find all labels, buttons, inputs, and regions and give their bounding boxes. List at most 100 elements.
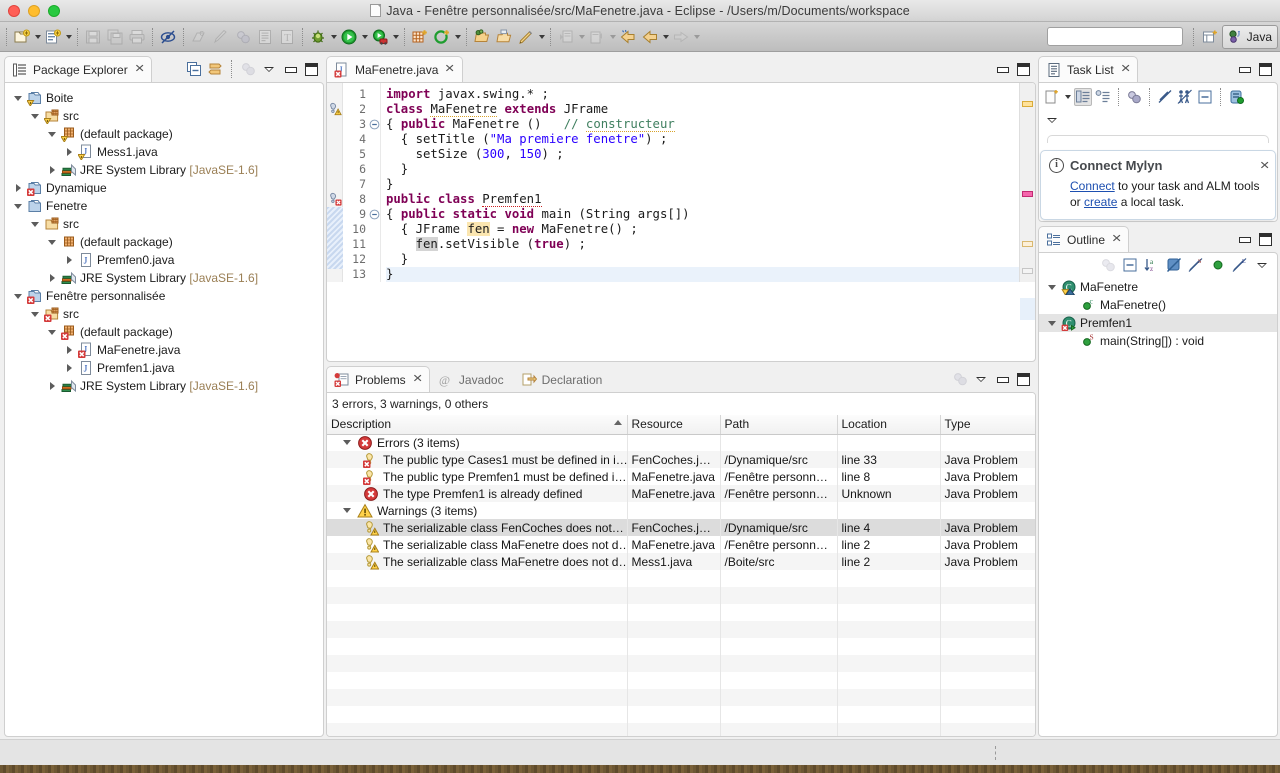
forward-dropdown[interactable] [692, 26, 701, 48]
link-with-editor-button[interactable] [206, 60, 224, 78]
debug-button[interactable] [307, 26, 329, 48]
window-controls[interactable] [0, 4, 60, 17]
collapse-triangle-icon[interactable] [1047, 282, 1058, 293]
column-header-type[interactable]: Type [940, 415, 1035, 435]
overview-ruler[interactable] [1019, 83, 1035, 320]
create-link[interactable]: create [1084, 195, 1117, 209]
overview-occurrence-marker[interactable] [1022, 241, 1033, 247]
collapse-triangle-icon[interactable] [30, 309, 41, 320]
table-row[interactable]: Warnings (3 items) [327, 502, 1035, 519]
focus-on-active-task-button[interactable] [1099, 256, 1117, 274]
outline-item[interactable]: Smain(String[]) : void [1039, 332, 1277, 350]
tab-declaration[interactable]: Declaration [513, 366, 612, 392]
collapse-triangle-icon[interactable] [342, 437, 353, 448]
source-text[interactable]: import javax.swing.* ; class MaFenetre e… [381, 83, 1019, 282]
collapse-triangle-icon[interactable] [30, 219, 41, 230]
table-row[interactable]: The public type Cases1 must be defined i… [327, 451, 1035, 468]
collapse-triangle-icon[interactable] [47, 129, 58, 140]
run-button[interactable] [338, 26, 360, 48]
view-menu-button[interactable] [260, 60, 278, 78]
tree-item[interactable]: JRE System Library [JavaSE-1.6] [5, 377, 323, 395]
expand-triangle-icon[interactable] [47, 165, 58, 176]
debug-dropdown[interactable] [329, 26, 338, 48]
synchronize-changed-button[interactable] [1227, 88, 1245, 106]
new-wizard-dropdown[interactable] [33, 26, 42, 48]
sort-button[interactable]: az [1143, 256, 1161, 274]
minimize-window-button[interactable] [28, 4, 40, 17]
next-annotation-dropdown[interactable] [577, 26, 586, 48]
tree-item[interactable]: Dynamique [5, 179, 323, 197]
fold-collapse-icon[interactable] [369, 207, 380, 222]
hide-static-fields-button[interactable]: S [1187, 256, 1205, 274]
filter-completed-tasks-button[interactable] [1156, 88, 1174, 106]
expand-triangle-icon[interactable] [64, 363, 75, 374]
tab-javadoc[interactable]: @ Javadoc [430, 366, 513, 392]
table-row[interactable]: The serializable class FenCoches does no… [327, 519, 1035, 536]
table-row[interactable]: The public type Premfen1 must be defined… [327, 468, 1035, 485]
outline-item[interactable]: C MaFenetre [1039, 278, 1277, 296]
tab-problems[interactable]: Problems ✕ [326, 366, 430, 392]
code-area[interactable]: 1 2 3 4 5 6 7 8 9 10 11 12 13 import javax.swing.* ;… [327, 83, 1035, 320]
tab-package-explorer[interactable]: Package Explorer ✕ [4, 56, 152, 82]
previous-annotation-dropdown[interactable] [608, 26, 617, 48]
new-task-button[interactable] [1043, 88, 1061, 106]
outline-item[interactable]: c MaFenetre() [1039, 296, 1277, 314]
overview-occurrence-marker[interactable] [1022, 268, 1033, 274]
new-java-element-button[interactable] [431, 26, 453, 48]
overview-error-marker[interactable] [1022, 191, 1033, 197]
tab-task-list[interactable]: Task List ✕ [1038, 56, 1138, 82]
tree-item[interactable]: src [5, 215, 323, 233]
minimize-view-button[interactable] [1235, 60, 1253, 78]
column-header-path[interactable]: Path [720, 415, 838, 435]
new-java-element-dropdown[interactable] [453, 26, 462, 48]
collapse-triangle-icon[interactable] [342, 505, 353, 516]
close-icon[interactable]: ✕ [134, 64, 145, 75]
warning-marker-icon[interactable] [328, 102, 342, 119]
search-dropdown[interactable] [537, 26, 546, 48]
minimize-view-button[interactable] [993, 370, 1011, 388]
collapse-all-button[interactable] [1196, 88, 1214, 106]
view-menu-button[interactable] [972, 370, 990, 388]
toggle-mark-occurrences-button[interactable] [157, 26, 179, 48]
collapse-triangle-icon[interactable] [13, 291, 24, 302]
tree-item[interactable]: (default package) [5, 233, 323, 251]
hide-non-public-button[interactable] [1209, 256, 1227, 274]
tree-item[interactable]: Boite [5, 89, 323, 107]
resize-grip[interactable] [995, 746, 996, 760]
open-folder-button[interactable] [493, 26, 515, 48]
tree-item[interactable]: JRE System Library [JavaSE-1.6] [5, 161, 323, 179]
tree-item[interactable]: J MaFenetre.java [5, 341, 323, 359]
back-dropdown[interactable] [661, 26, 670, 48]
tree-item[interactable]: J Premfen1.java [5, 359, 323, 377]
close-icon[interactable]: ✕ [1111, 234, 1122, 245]
new-java-class-button[interactable] [42, 26, 64, 48]
expand-triangle-icon[interactable] [64, 255, 75, 266]
tree-item[interactable]: (default package) [5, 323, 323, 341]
collapse-triangle-icon[interactable] [13, 201, 24, 212]
focus-on-active-task-button[interactable] [239, 60, 257, 78]
folding-ruler[interactable] [369, 83, 381, 282]
tab-outline[interactable]: Outline ✕ [1038, 226, 1130, 252]
fold-collapse-icon[interactable] [369, 117, 380, 132]
search-input[interactable] [1046, 27, 1183, 46]
collapse-all-button[interactable] [1121, 256, 1139, 274]
close-icon[interactable]: ✕ [412, 374, 423, 385]
tree-item[interactable]: J Premfen0.java [5, 251, 323, 269]
collapse-triangle-icon[interactable] [1047, 318, 1058, 329]
close-icon[interactable]: ✕ [1120, 64, 1131, 75]
run-dropdown[interactable] [360, 26, 369, 48]
column-header-description[interactable]: Description [327, 415, 628, 435]
expand-triangle-icon[interactable] [64, 345, 75, 356]
tab-mafenetre-java[interactable]: J MaFenetre.java ✕ [326, 56, 463, 82]
tree-item[interactable]: src [5, 107, 323, 125]
table-row[interactable]: The serializable class MaFenetre does no… [327, 553, 1035, 570]
maximize-view-button[interactable] [1256, 60, 1274, 78]
view-menu-button[interactable] [1253, 256, 1271, 274]
outline-tree[interactable]: C MaFenetre c MaFenetre() C Premfen1 Smain(Str… [1039, 276, 1277, 350]
back-history-button[interactable] [617, 26, 639, 48]
tree-item[interactable]: Fenetre [5, 197, 323, 215]
maximize-view-button[interactable] [1256, 230, 1274, 248]
outline-item[interactable]: C Premfen1 [1039, 314, 1277, 332]
minimize-editor-button[interactable] [993, 60, 1011, 78]
table-row[interactable]: The serializable class MaFenetre does no… [327, 536, 1035, 553]
